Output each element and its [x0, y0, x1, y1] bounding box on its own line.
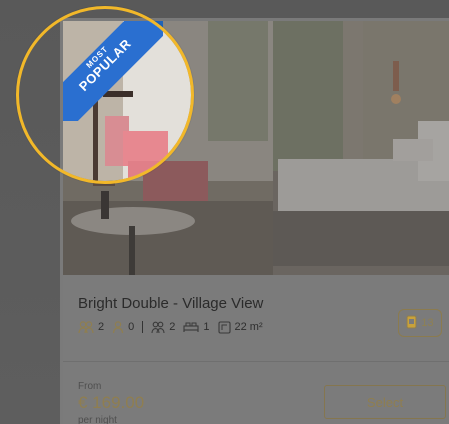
adults-count: 2	[98, 321, 105, 333]
room-photo[interactable]: MOST POPULAR	[63, 21, 449, 275]
guests-icon	[151, 321, 165, 334]
photos-icon	[406, 315, 417, 332]
divider	[63, 361, 449, 362]
guests-count: 2	[169, 321, 176, 333]
room-name[interactable]: Bright Double - Village View	[78, 295, 263, 312]
bed-icon	[183, 321, 199, 333]
children-count: 0	[128, 321, 135, 333]
room-size: 22 m²	[234, 321, 263, 333]
most-popular-ribbon: MOST POPULAR	[63, 21, 163, 121]
size-icon	[217, 320, 231, 334]
beds-count: 1	[203, 321, 210, 333]
photos-count: 13	[421, 317, 434, 329]
room-details: Bright Double - Village View 2 0 2 1 22 …	[63, 275, 449, 424]
select-button[interactable]: Select	[324, 385, 446, 419]
child-icon	[112, 320, 124, 334]
feature-separator	[142, 321, 144, 333]
photos-badge[interactable]: 13	[398, 309, 442, 337]
adults-icon	[78, 320, 94, 334]
room-card: MOST POPULAR Bright Double - Village Vie…	[60, 18, 449, 424]
room-features: 2 0 2 1 22 m²	[78, 319, 267, 335]
price-value: € 169.00	[78, 393, 145, 412]
price-from-label: From	[78, 381, 102, 392]
price-unit: per night	[78, 415, 117, 424]
